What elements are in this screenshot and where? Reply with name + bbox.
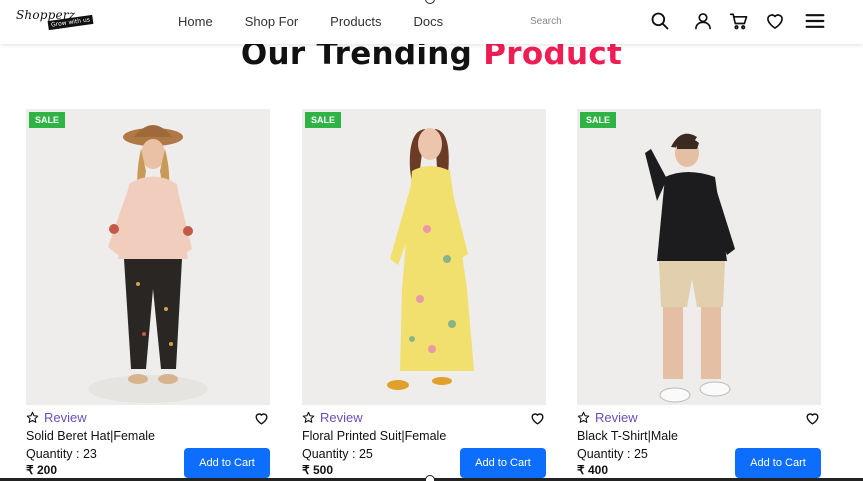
currency-symbol: ₹ [26, 463, 34, 477]
product-card: SALE Review Black T-Shirt|Male Quantity … [577, 109, 821, 481]
review-row: Review [302, 410, 363, 425]
nav-link-home[interactable]: Home [178, 14, 213, 29]
scroll-indicator-bottom [425, 475, 435, 481]
navbar: Shopperz Grow with us Home Shop For Prod… [0, 0, 863, 44]
favorite-heart-icon[interactable] [254, 411, 269, 426]
product-name: Black T-Shirt|Male [577, 429, 678, 443]
wishlist-heart-icon[interactable] [765, 11, 785, 31]
model-photo-3 [645, 133, 735, 403]
star-icon[interactable] [302, 411, 315, 424]
sale-badge: SALE [29, 112, 66, 128]
product-image[interactable]: SALE [302, 109, 546, 405]
product-card: SALE Review Solid Beret Hat|Female Quant… [26, 109, 270, 481]
model-photo-2 [387, 128, 474, 390]
product-name: Floral Printed Suit|Female [302, 429, 447, 443]
currency-symbol: ₹ [302, 463, 310, 477]
sale-badge: SALE [580, 112, 617, 128]
product-quantity: Quantity : 23 [26, 447, 97, 461]
price-value: 500 [312, 463, 334, 477]
model-photo-1 [88, 125, 208, 403]
add-to-cart-button[interactable]: Add to Cart [460, 448, 546, 478]
product-image[interactable]: SALE [26, 109, 270, 405]
main-nav: Home Shop For Products Docs [178, 14, 475, 29]
review-link[interactable]: Review [44, 410, 87, 425]
price-value: 400 [587, 463, 609, 477]
review-row: Review [577, 410, 638, 425]
search-icon[interactable] [650, 11, 670, 31]
sale-badge: SALE [305, 112, 342, 128]
star-icon[interactable] [26, 411, 39, 424]
product-price: ₹ 400 [577, 463, 608, 477]
add-to-cart-button[interactable]: Add to Cart [735, 448, 821, 478]
review-link[interactable]: Review [595, 410, 638, 425]
review-row: Review [26, 410, 87, 425]
nav-link-shop-for[interactable]: Shop For [245, 14, 298, 29]
product-image[interactable]: SALE [577, 109, 821, 405]
product-price: ₹ 200 [26, 463, 57, 477]
brand-logo[interactable]: Shopperz Grow with us [16, 8, 94, 32]
review-link[interactable]: Review [320, 410, 363, 425]
star-icon[interactable] [577, 411, 590, 424]
price-value: 200 [36, 463, 58, 477]
currency-symbol: ₹ [577, 463, 585, 477]
nav-link-products[interactable]: Products [330, 14, 381, 29]
favorite-heart-icon[interactable] [530, 411, 545, 426]
cart-icon[interactable] [729, 11, 749, 31]
favorite-heart-icon[interactable] [805, 411, 820, 426]
product-name: Solid Beret Hat|Female [26, 429, 155, 443]
user-icon[interactable] [693, 11, 713, 31]
product-price: ₹ 500 [302, 463, 333, 477]
product-quantity: Quantity : 25 [302, 447, 373, 461]
add-to-cart-button[interactable]: Add to Cart [184, 448, 270, 478]
menu-icon[interactable] [805, 11, 825, 31]
search-input[interactable] [530, 12, 630, 30]
product-quantity: Quantity : 25 [577, 447, 648, 461]
nav-link-docs[interactable]: Docs [413, 14, 443, 29]
product-card: SALE Review Floral Printed Suit|Female Q… [302, 109, 546, 481]
